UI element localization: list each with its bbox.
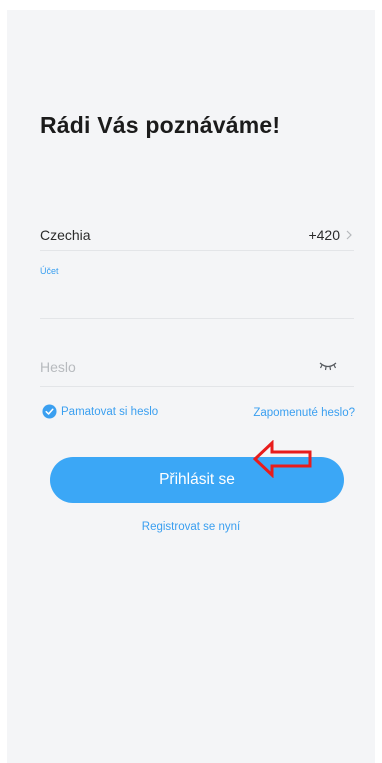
country-name: Czechia xyxy=(40,227,91,243)
forgot-password-link[interactable]: Zapomenuté heslo? xyxy=(253,407,355,419)
account-input[interactable] xyxy=(40,278,354,318)
password-input[interactable] xyxy=(40,350,320,384)
arrow-left-icon xyxy=(253,440,312,478)
remember-password-checkbox[interactable]: Pamatovat si heslo xyxy=(42,404,158,419)
password-divider xyxy=(40,386,354,387)
country-divider xyxy=(40,250,354,251)
account-label: Účet xyxy=(40,266,59,276)
register-link[interactable]: Registrovat se nyní xyxy=(7,521,375,533)
remember-password-label: Pamatovat si heslo xyxy=(61,405,159,418)
eye-closed-icon[interactable] xyxy=(318,359,338,373)
country-code: +420 xyxy=(308,227,340,243)
login-screen: Rádi Vás poznáváme! Czechia +420 Účet Pa… xyxy=(7,10,375,763)
country-code-group: +420 xyxy=(308,227,354,243)
page-title: Rádi Vás poznáváme! xyxy=(40,112,281,138)
country-selector[interactable]: Czechia +420 xyxy=(40,220,354,250)
chevron-right-icon xyxy=(346,230,352,240)
account-divider xyxy=(40,318,354,319)
check-circle-icon xyxy=(42,404,57,419)
